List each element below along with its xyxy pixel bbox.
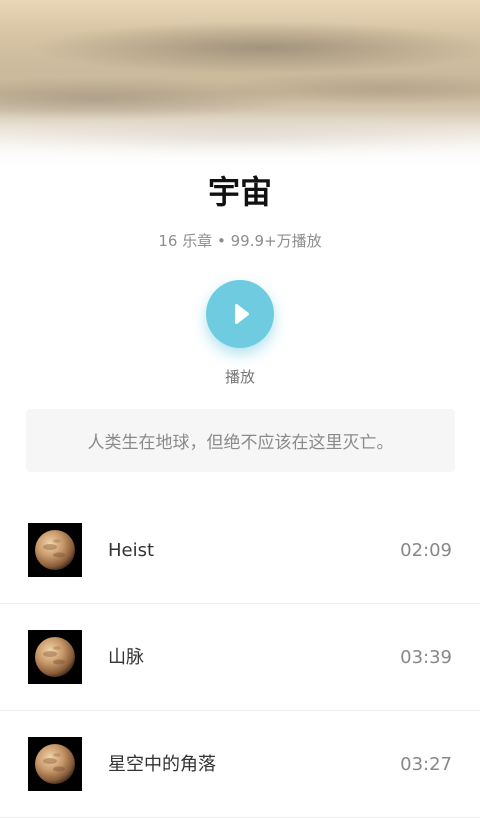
album-header-image [0,0,480,170]
track-duration: 03:39 [400,647,452,668]
track-row[interactable]: Heist 02:09 [0,497,480,604]
album-description: 人类生在地球，但绝不应该在这里灭亡。 [26,409,455,472]
track-duration: 03:27 [400,754,452,775]
track-cover [28,523,82,577]
track-duration: 02:09 [400,540,452,561]
planet-mars-icon [35,637,75,677]
track-title: Heist [108,540,155,561]
play-label[interactable]: 播放 [0,366,480,388]
track-list: Heist 02:09 山脉 03:39 星空中的角落 03:27 [0,497,480,818]
track-title: 星空中的角落 [108,754,216,775]
play-button[interactable] [206,280,274,348]
album-description-text: 人类生在地球，但绝不应该在这里灭亡。 [87,433,394,453]
track-row[interactable]: 山脉 03:39 [0,604,480,711]
track-title: 山脉 [108,647,144,668]
track-cover [28,630,82,684]
album-title: 宇宙 [207,173,272,211]
track-row[interactable]: 星空中的角落 03:27 [0,711,480,818]
planet-mars-icon [35,530,75,570]
track-cover [28,737,82,791]
planet-mars-icon [35,744,75,784]
album-stats: 16 乐章 • 99.9+万播放 [158,232,322,250]
play-icon [235,304,249,324]
